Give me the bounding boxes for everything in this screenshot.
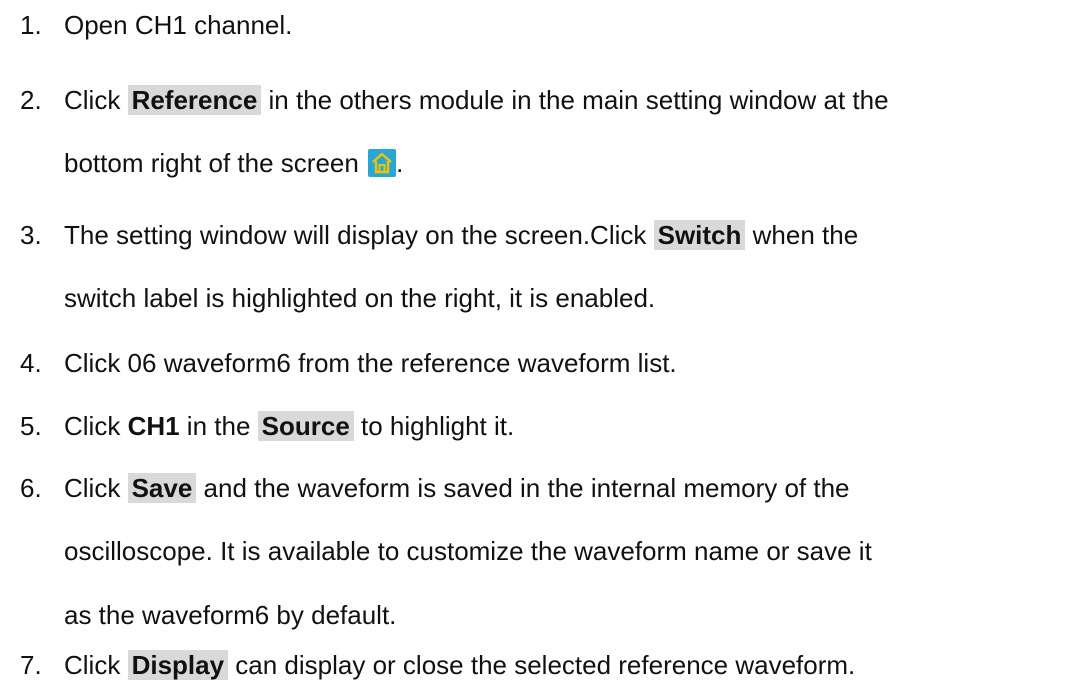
step-text: Open CH1 channel. bbox=[64, 10, 293, 40]
step-text: Click bbox=[64, 411, 128, 441]
term-source: Source bbox=[257, 411, 354, 441]
step-text: as the waveform6 by default. bbox=[64, 600, 397, 630]
step-4: 4. Click 06 waveform6 from the reference … bbox=[20, 348, 677, 378]
step-text: and the waveform is saved in the interna… bbox=[196, 473, 850, 503]
term-display: Display bbox=[127, 650, 229, 680]
step-1: 1. Open CH1 channel. bbox=[20, 10, 292, 40]
term-switch: Switch bbox=[653, 220, 746, 250]
step-6-cont-2: as the waveform6 by default. bbox=[64, 600, 396, 630]
term-reference: Reference bbox=[127, 85, 262, 115]
step-text: Click 06 waveform6 from the reference wa… bbox=[64, 348, 677, 378]
step-text: in the others module in the main setting… bbox=[261, 85, 889, 115]
step-5: 5. Click CH1 in the Source to highlight i… bbox=[20, 411, 514, 441]
step-text: switch label is highlighted on the right… bbox=[64, 283, 656, 313]
step-text: in the bbox=[179, 411, 258, 441]
step-number: 3. bbox=[20, 220, 42, 250]
step-number: 2. bbox=[20, 85, 42, 115]
step-3-cont: switch label is highlighted on the right… bbox=[64, 283, 655, 313]
step-number: 6. bbox=[20, 473, 42, 503]
step-number: 7. bbox=[20, 650, 42, 680]
step-3: 3. The setting window will display on the… bbox=[20, 220, 858, 250]
step-text: The setting window will display on the s… bbox=[64, 220, 654, 250]
step-2-cont: bottom right of the screen . bbox=[64, 148, 403, 178]
instruction-steps: 1. Open CH1 channel. 2. Click Reference in… bbox=[0, 0, 1067, 687]
step-text: oscilloscope. It is available to customi… bbox=[64, 536, 872, 566]
term-ch1: CH1 bbox=[127, 411, 180, 441]
step-number: 5. bbox=[20, 411, 42, 441]
step-text: to highlight it. bbox=[353, 411, 515, 441]
term-save: Save bbox=[127, 473, 197, 503]
step-text: can display or close the selected refere… bbox=[228, 650, 856, 680]
step-text: when the bbox=[745, 220, 859, 250]
step-number: 1. bbox=[20, 10, 42, 40]
step-number: 4. bbox=[20, 348, 42, 378]
home-icon bbox=[368, 149, 397, 177]
step-text: Click bbox=[64, 85, 128, 115]
step-text: bottom right of the screen bbox=[64, 148, 359, 178]
step-6-cont-1: oscilloscope. It is available to customi… bbox=[64, 536, 872, 566]
step-text: . bbox=[396, 148, 404, 178]
step-6: 6. Click Save and the waveform is saved i… bbox=[20, 473, 850, 503]
step-7: 7. Click Display can display or close the… bbox=[20, 650, 855, 680]
step-text: Click bbox=[64, 650, 128, 680]
step-text: Click bbox=[64, 473, 128, 503]
step-2: 2. Click Reference in the others module i… bbox=[20, 85, 889, 115]
